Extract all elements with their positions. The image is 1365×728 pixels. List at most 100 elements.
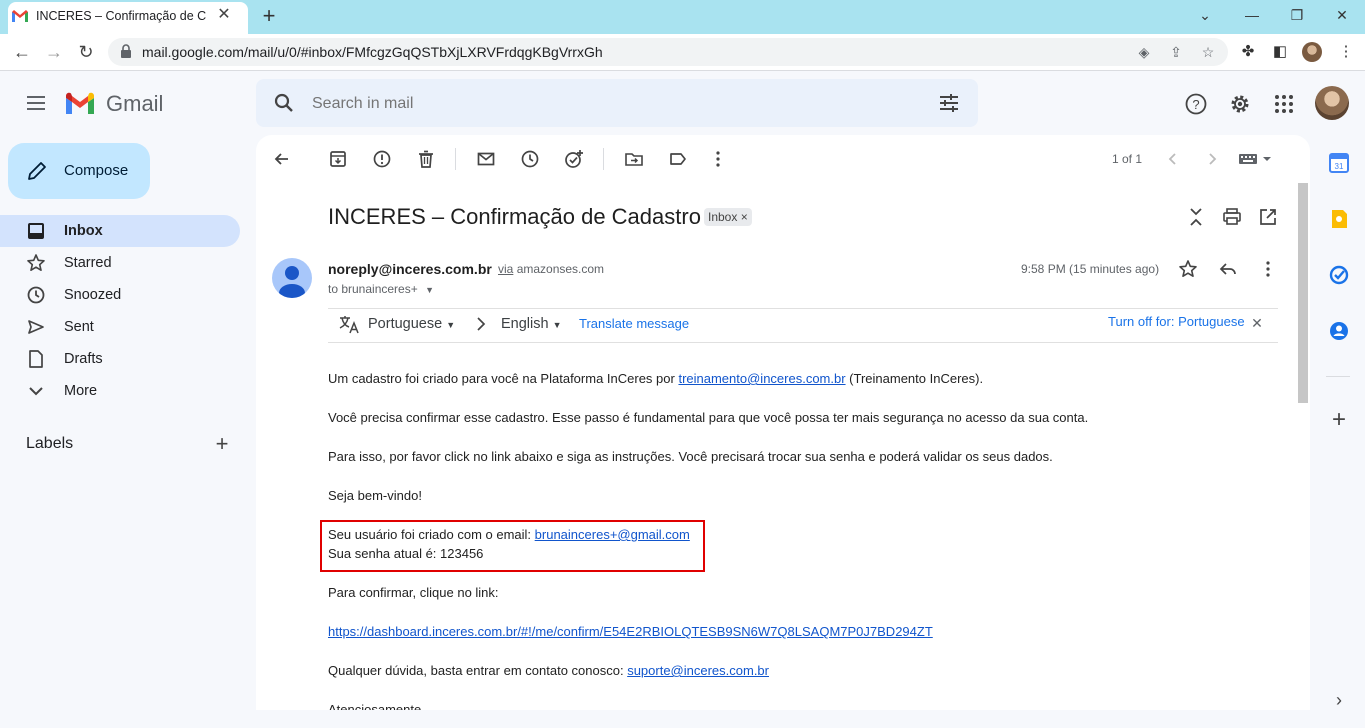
send-icon — [28, 320, 44, 334]
message-timestamp: 9:58 PM (15 minutes ago) — [1021, 262, 1160, 276]
sidebar-item-label: More — [64, 383, 98, 399]
bookmark-star-icon[interactable]: ☆ — [1199, 44, 1217, 60]
recipient-text: to brunainceres+ — [328, 282, 418, 296]
inbox-label-badge[interactable]: Inbox × — [704, 208, 752, 226]
scrollbar-thumb[interactable] — [1298, 183, 1308, 403]
minimize-icon[interactable]: — — [1240, 5, 1264, 25]
gmail-wordmark: Gmail — [106, 91, 164, 116]
mark-unread-icon[interactable] — [476, 149, 496, 169]
person-icon — [279, 266, 305, 298]
open-in-new-window-icon[interactable] — [1258, 207, 1278, 227]
input-tools-keyboard-icon[interactable] — [1238, 152, 1274, 166]
body-text: (Treinamento InCeres). — [845, 371, 984, 386]
older-chevron-right-icon[interactable] — [1202, 149, 1222, 169]
labels-heading: Labels — [26, 435, 74, 452]
calendar-icon[interactable]: 31 — [1328, 152, 1350, 174]
reply-icon[interactable] — [1218, 259, 1238, 279]
browser-menu-icon[interactable]: ⋮ — [1336, 42, 1356, 62]
toolbar-divider — [455, 148, 456, 170]
sender-avatar[interactable] — [272, 258, 312, 298]
body-paragraph-1: Um cadastro foi criado para você na Plat… — [328, 371, 983, 386]
extensions-puzzle-icon[interactable]: ✤ — [1238, 42, 1258, 62]
move-to-folder-icon[interactable] — [624, 149, 644, 169]
keep-icon[interactable] — [1328, 208, 1350, 230]
add-label-icon[interactable]: + — [212, 433, 232, 455]
message-subject: INCERES – Confirmação de Cadastro — [328, 204, 701, 229]
questions-line: Qualquer dúvida, basta entrar em contato… — [328, 663, 769, 678]
search-options-icon[interactable] — [936, 91, 962, 115]
share-icon[interactable]: ⇪ — [1167, 44, 1185, 60]
remove-label-icon[interactable]: × — [741, 210, 748, 224]
draft-icon — [29, 350, 43, 368]
star-icon — [27, 254, 45, 271]
back-to-inbox-icon[interactable] — [272, 149, 292, 169]
gmail-favicon-icon — [12, 10, 28, 22]
target-language-select[interactable]: English ▼ — [501, 316, 562, 332]
tab-search-chevron-icon[interactable]: ⌄ — [1193, 5, 1217, 25]
delete-trash-icon[interactable] — [416, 149, 436, 169]
search-input[interactable] — [312, 94, 872, 114]
star-message-icon[interactable] — [1178, 259, 1198, 279]
snooze-clock-icon[interactable] — [520, 149, 540, 169]
svg-text:31: 31 — [1335, 162, 1344, 171]
via-link[interactable]: via — [498, 262, 513, 276]
source-language-select[interactable]: Portuguese ▼ — [368, 316, 455, 332]
support-email-link[interactable]: suporte@inceres.com.br — [627, 663, 769, 678]
report-spam-icon[interactable] — [372, 149, 392, 169]
via-domain: amazonses.com — [516, 262, 605, 276]
newer-chevron-left-icon[interactable] — [1163, 149, 1183, 169]
recipient-details-dropdown-icon[interactable]: ▼ — [425, 285, 434, 295]
tasks-icon[interactable] — [1328, 264, 1350, 286]
dropdown-arrow-icon: ▼ — [446, 320, 456, 330]
help-icon[interactable]: ? — [1183, 91, 1209, 117]
body-paragraph-3: Para isso, por favor click no link abaix… — [328, 449, 1053, 464]
reload-icon[interactable]: ↻ — [74, 41, 98, 63]
side-panel-icon[interactable]: ◧ — [1270, 42, 1290, 62]
message-more-icon[interactable] — [1258, 259, 1278, 279]
inbox-icon — [28, 223, 44, 239]
target-language-value: English — [501, 316, 549, 332]
more-options-icon[interactable] — [708, 149, 728, 169]
label-tag-icon[interactable] — [668, 149, 688, 169]
apps-grid-icon[interactable] — [1271, 91, 1297, 117]
archive-icon[interactable] — [328, 149, 348, 169]
main-menu-icon[interactable] — [24, 92, 48, 114]
settings-gear-icon[interactable] — [1227, 91, 1253, 117]
window-close-icon[interactable]: ✕ — [1330, 5, 1354, 25]
translate-message-link[interactable]: Translate message — [579, 316, 689, 331]
lock-icon — [121, 44, 131, 58]
sender-email[interactable]: noreply@inceres.com.br — [328, 261, 492, 277]
get-addons-plus-icon[interactable]: + — [1328, 408, 1350, 432]
recipient-line[interactable]: to brunainceres+ ▼ — [328, 282, 434, 296]
close-translate-bar-icon[interactable]: ✕ — [1250, 315, 1264, 331]
side-panel-expand-chevron-icon[interactable]: › — [1330, 690, 1348, 710]
chevron-right-icon — [477, 317, 486, 331]
forward-arrow-icon[interactable]: → — [42, 41, 66, 63]
url-text: mail.google.com/mail/u/0/#inbox/FMfcgzGq… — [142, 44, 603, 60]
sidebar-item-label: Drafts — [64, 351, 103, 367]
browser-profile-avatar[interactable] — [1302, 42, 1322, 62]
new-tab-icon[interactable]: + — [258, 5, 280, 28]
confirm-link-line: https://dashboard.inceres.com.br/#!/me/c… — [328, 624, 933, 639]
confirm-intro: Para confirmar, clique no link: — [328, 585, 499, 600]
turn-off-translation-link[interactable]: Turn off for: Portuguese — [1108, 314, 1245, 329]
print-icon[interactable] — [1222, 207, 1242, 227]
eye-slash-icon[interactable]: ◈ — [1135, 44, 1153, 60]
body-paragraph-4: Seja bem-vindo! — [328, 488, 422, 503]
search-icon[interactable] — [272, 91, 296, 115]
restore-icon[interactable]: ❐ — [1285, 5, 1309, 25]
trainer-email-link[interactable]: treinamento@inceres.com.br — [678, 371, 845, 386]
compose-label: Compose — [64, 162, 129, 179]
dropdown-arrow-icon: ▼ — [552, 320, 562, 330]
pagination-text: 1 of 1 — [1112, 152, 1143, 166]
contacts-icon[interactable] — [1328, 320, 1350, 342]
back-arrow-icon[interactable]: ← — [10, 41, 34, 63]
confirm-link[interactable]: https://dashboard.inceres.com.br/#!/me/c… — [328, 624, 933, 639]
badge-label: Inbox — [708, 210, 738, 224]
tab-close-icon[interactable]: ✕ — [214, 5, 234, 25]
gmail-logo-icon[interactable] — [64, 92, 96, 116]
add-to-tasks-icon[interactable] — [564, 149, 584, 169]
expand-all-icon[interactable] — [1186, 206, 1206, 228]
account-avatar[interactable] — [1315, 86, 1349, 120]
body-text: Qualquer dúvida, basta entrar em contato… — [328, 663, 628, 678]
